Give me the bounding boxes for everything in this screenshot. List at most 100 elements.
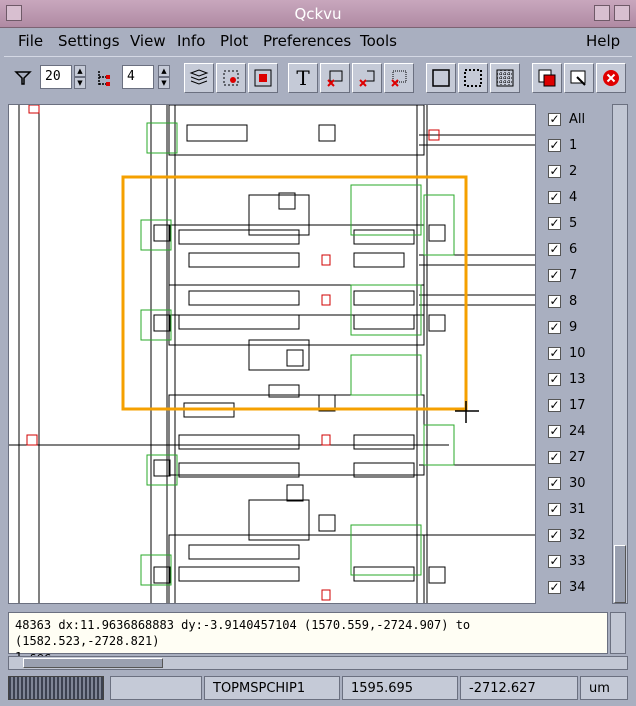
menu-view[interactable]: View (130, 32, 166, 50)
layer-checkbox[interactable]: ✓ (548, 451, 561, 464)
layer-item[interactable]: ✓ 5 (548, 216, 577, 231)
delete-grid-icon (391, 70, 407, 87)
layer-item[interactable]: ✓ 7 (548, 268, 577, 283)
spin-down-icon[interactable]: ▼ (158, 77, 170, 89)
spin-up-icon[interactable]: ▲ (74, 65, 86, 77)
layer-checkbox[interactable]: ✓ (548, 373, 561, 386)
layer-checkbox[interactable]: ✓ (548, 217, 561, 230)
layer-item[interactable]: ✓ 8 (548, 294, 577, 309)
layer-item[interactable]: ✓ 27 (548, 450, 586, 465)
layer-item[interactable]: ✓ 30 (548, 476, 586, 491)
layers-stack-button[interactable] (184, 63, 214, 93)
layer-item[interactable]: ✓ 33 (548, 554, 586, 569)
minimize-button[interactable] (594, 5, 610, 21)
spin-up-icon[interactable]: ▲ (158, 65, 170, 77)
layer-checkbox[interactable]: ✓ (548, 269, 561, 282)
layer-item[interactable]: ✓ 32 (548, 528, 586, 543)
close-icon (603, 70, 619, 86)
close-button[interactable] (596, 63, 626, 93)
layer-label: 27 (569, 450, 586, 465)
message-scrollbar[interactable] (610, 612, 626, 654)
layer-checkbox[interactable]: ✓ (548, 243, 561, 256)
level-spinner[interactable]: ▲ ▼ (74, 65, 86, 89)
layer-item[interactable]: ✓ 1 (548, 138, 577, 153)
layer-checkbox[interactable]: ✓ (548, 425, 561, 438)
layer-scrollbar[interactable] (612, 104, 628, 604)
layer-item[interactable]: ✓ 10 (548, 346, 586, 361)
filter-icon[interactable] (14, 69, 32, 91)
layer-item[interactable]: ✓ 31 (548, 502, 586, 517)
delete-box-button[interactable] (320, 63, 350, 93)
depth-spinner[interactable]: ▲ ▼ (158, 65, 170, 89)
layer-item[interactable]: ✓ All (548, 112, 585, 127)
spin-down-icon[interactable]: ▼ (74, 77, 86, 89)
layer-checkbox[interactable]: ✓ (548, 165, 561, 178)
layer-panel: ✓ All ✓ 1 ✓ 2 ✓ 4 ✓ 5 ✓ 6 ✓ 7 ✓ 8 ✓ 9 ✓ 10 ✓ 13 ✓ 17 ✓ 24 ✓ 27 ✓ 30 ✓ 3… (540, 104, 612, 604)
layer-label: 5 (569, 216, 578, 231)
selection-rectangle (121, 175, 468, 411)
layer-item[interactable]: ✓ 24 (548, 424, 586, 439)
layout-drawing (9, 105, 535, 603)
layer-checkbox[interactable]: ✓ (548, 399, 561, 412)
delete-poly-button[interactable] (352, 63, 382, 93)
layer-item[interactable]: ✓ 4 (548, 190, 577, 205)
box-target-button[interactable] (248, 63, 278, 93)
text-tool-button[interactable]: T (288, 63, 318, 93)
level-input[interactable]: 20 (40, 65, 72, 89)
layer-label: 17 (569, 398, 586, 413)
layer-item[interactable]: ✓ 17 (548, 398, 586, 413)
menu-help[interactable]: Help (586, 32, 620, 50)
layer-item[interactable]: ✓ 2 (548, 164, 577, 179)
layer-checkbox[interactable]: ✓ (548, 295, 561, 308)
layer-checkbox[interactable]: ✓ (548, 191, 561, 204)
delete-grid-button[interactable] (384, 63, 414, 93)
status-x-coordinate: 1595.695 (342, 676, 458, 700)
layer-scrollbar-thumb[interactable] (614, 545, 626, 603)
layer-item[interactable]: ✓ 34 (548, 580, 586, 595)
menu-preferences[interactable]: Preferences (263, 32, 351, 50)
dashed-box-icon (464, 69, 482, 87)
horizontal-scrollbar[interactable] (8, 656, 628, 670)
select-button[interactable] (216, 63, 246, 93)
layer-checkbox[interactable]: ✓ (548, 529, 561, 542)
depth-input[interactable]: 4 (122, 65, 154, 89)
layer-checkbox[interactable]: ✓ (548, 139, 561, 152)
layer-checkbox[interactable]: ✓ (548, 581, 561, 594)
layer-item[interactable]: ✓ 13 (548, 372, 586, 387)
layer-checkbox[interactable]: ✓ (548, 477, 561, 490)
menu-settings[interactable]: Settings (58, 32, 120, 50)
outline-box-icon (432, 69, 450, 87)
menu-info[interactable]: Info (177, 32, 205, 50)
dashed-box-button[interactable] (458, 63, 488, 93)
layer-label: All (569, 112, 586, 127)
status-empty-field (110, 676, 202, 700)
layer-checkbox[interactable]: ✓ (548, 113, 561, 126)
layer-checkbox[interactable]: ✓ (548, 555, 561, 568)
window-title: Qckvu (294, 5, 342, 23)
status-y-coordinate: -2712.627 (460, 676, 578, 700)
edit-button[interactable] (564, 63, 594, 93)
outline-box-button[interactable] (426, 63, 456, 93)
layout-canvas[interactable] (8, 104, 536, 604)
menu-plot[interactable]: Plot (220, 32, 248, 50)
layer-label: 9 (569, 320, 578, 335)
layer-checkbox[interactable]: ✓ (548, 503, 561, 516)
copy-button[interactable] (532, 63, 562, 93)
layer-checkbox[interactable]: ✓ (548, 321, 561, 334)
layers-stack-icon (189, 69, 209, 85)
delete-poly-icon (359, 70, 375, 87)
maximize-button[interactable] (614, 5, 630, 21)
layer-label: 33 (569, 554, 586, 569)
horizontal-scrollbar-thumb[interactable] (23, 658, 163, 668)
layer-label: 4 (569, 190, 578, 205)
layer-item[interactable]: ✓ 6 (548, 242, 577, 257)
grid-box-button[interactable] (490, 63, 520, 93)
layer-checkbox[interactable]: ✓ (548, 347, 561, 360)
layer-item[interactable]: ✓ 9 (548, 320, 577, 335)
progress-indicator (8, 676, 104, 700)
menu-file[interactable]: File (18, 32, 43, 50)
hierarchy-icon[interactable] (96, 69, 114, 91)
menu-tools[interactable]: Tools (360, 32, 397, 50)
layer-label: 6 (569, 242, 578, 257)
layer-label: 1 (569, 138, 578, 153)
